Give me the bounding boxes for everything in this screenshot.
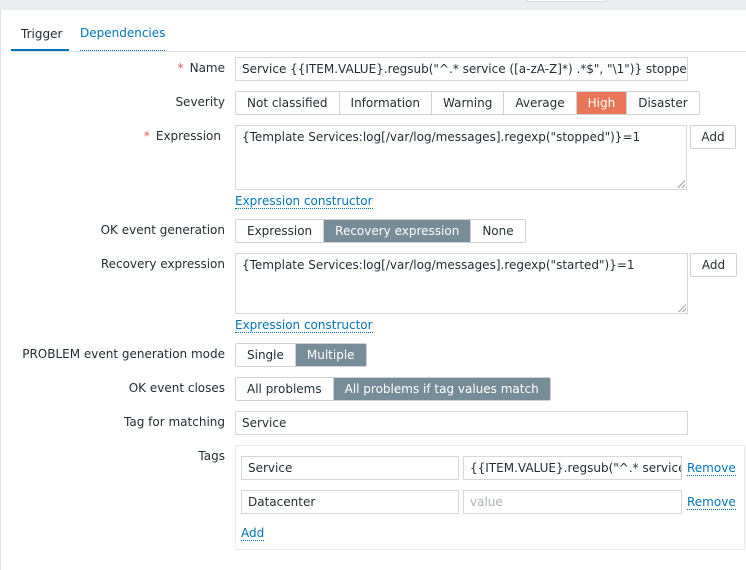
severity-disaster[interactable]: Disaster	[627, 92, 699, 114]
name-input[interactable]: Service {{ITEM.VALUE}.regsub("^.* servic…	[235, 57, 688, 81]
problem-mode-selector: Single Multiple	[235, 343, 367, 367]
severity-warning[interactable]: Warning	[432, 92, 505, 114]
severity-not-classified[interactable]: Not classified	[236, 92, 340, 114]
tag-for-matching-label: Tag for matching	[124, 415, 225, 429]
recovery-expression-textarea[interactable]: {Template Services:log[/var/log/messages…	[235, 253, 688, 314]
expression-constructor-link[interactable]: Expression constructor	[235, 194, 373, 209]
ok-event-generation-selector: Expression Recovery expression None	[235, 219, 526, 243]
ok-gen-recovery-expression[interactable]: Recovery expression	[324, 220, 472, 242]
tag-value-input[interactable]: {{ITEM.VALUE}.regsub("^.* service ([a-	[463, 456, 682, 480]
severity-label: Severity	[175, 95, 225, 109]
resize-grip-icon[interactable]	[678, 304, 686, 312]
name-label: * Name	[177, 61, 225, 75]
expression-text: {Template Services:log[/var/log/messages…	[242, 130, 641, 144]
expression-add-button[interactable]: Add	[690, 125, 736, 149]
required-marker: *	[143, 129, 150, 143]
required-marker: *	[177, 61, 184, 75]
severity-high[interactable]: High	[576, 92, 628, 114]
severity-information[interactable]: Information	[339, 92, 432, 114]
tag-name-input[interactable]: Service	[241, 456, 459, 480]
ok-gen-expression[interactable]: Expression	[236, 220, 325, 242]
tag-name-input[interactable]: Datacenter	[241, 490, 459, 514]
recovery-expression-text: {Template Services:log[/var/log/messages…	[242, 258, 635, 272]
tag-value-input[interactable]: value	[463, 490, 682, 514]
tab-trigger[interactable]: Trigger	[11, 18, 69, 51]
top-button-edge	[527, 0, 607, 2]
ok-event-closes-selector: All problems All problems if tag values …	[235, 377, 551, 401]
ok-closes-tag-match[interactable]: All problems if tag values match	[333, 378, 550, 400]
resize-grip-icon[interactable]	[677, 180, 685, 188]
tab-divider	[11, 51, 746, 52]
tag-for-matching-input[interactable]: Service	[235, 411, 688, 435]
recovery-expression-constructor-link[interactable]: Expression constructor	[235, 318, 373, 333]
tab-dependencies[interactable]: Dependencies	[80, 18, 166, 51]
recovery-expression-add-button[interactable]: Add	[690, 253, 737, 277]
ok-closes-all-problems[interactable]: All problems	[236, 378, 334, 400]
severity-selector: Not classified Information Warning Avera…	[235, 91, 700, 115]
tags-label: Tags	[198, 449, 225, 463]
add-tag-link[interactable]: Add	[241, 526, 265, 541]
problem-mode-label: PROBLEM event generation mode	[22, 347, 225, 361]
expression-textarea[interactable]: {Template Services:log[/var/log/messages…	[235, 125, 687, 190]
recovery-expression-label: Recovery expression	[100, 257, 225, 271]
severity-average[interactable]: Average	[504, 92, 577, 114]
tag-remove-link[interactable]: Remove	[687, 495, 736, 510]
ok-gen-none[interactable]: None	[471, 220, 525, 242]
top-strip	[0, 0, 746, 10]
problem-mode-multiple[interactable]: Multiple	[295, 344, 366, 366]
tag-remove-link[interactable]: Remove	[687, 461, 736, 476]
expression-label: * Expression	[143, 129, 221, 143]
ok-event-closes-label: OK event closes	[128, 381, 225, 395]
problem-mode-single[interactable]: Single	[236, 344, 296, 366]
ok-event-generation-label: OK event generation	[100, 223, 225, 237]
